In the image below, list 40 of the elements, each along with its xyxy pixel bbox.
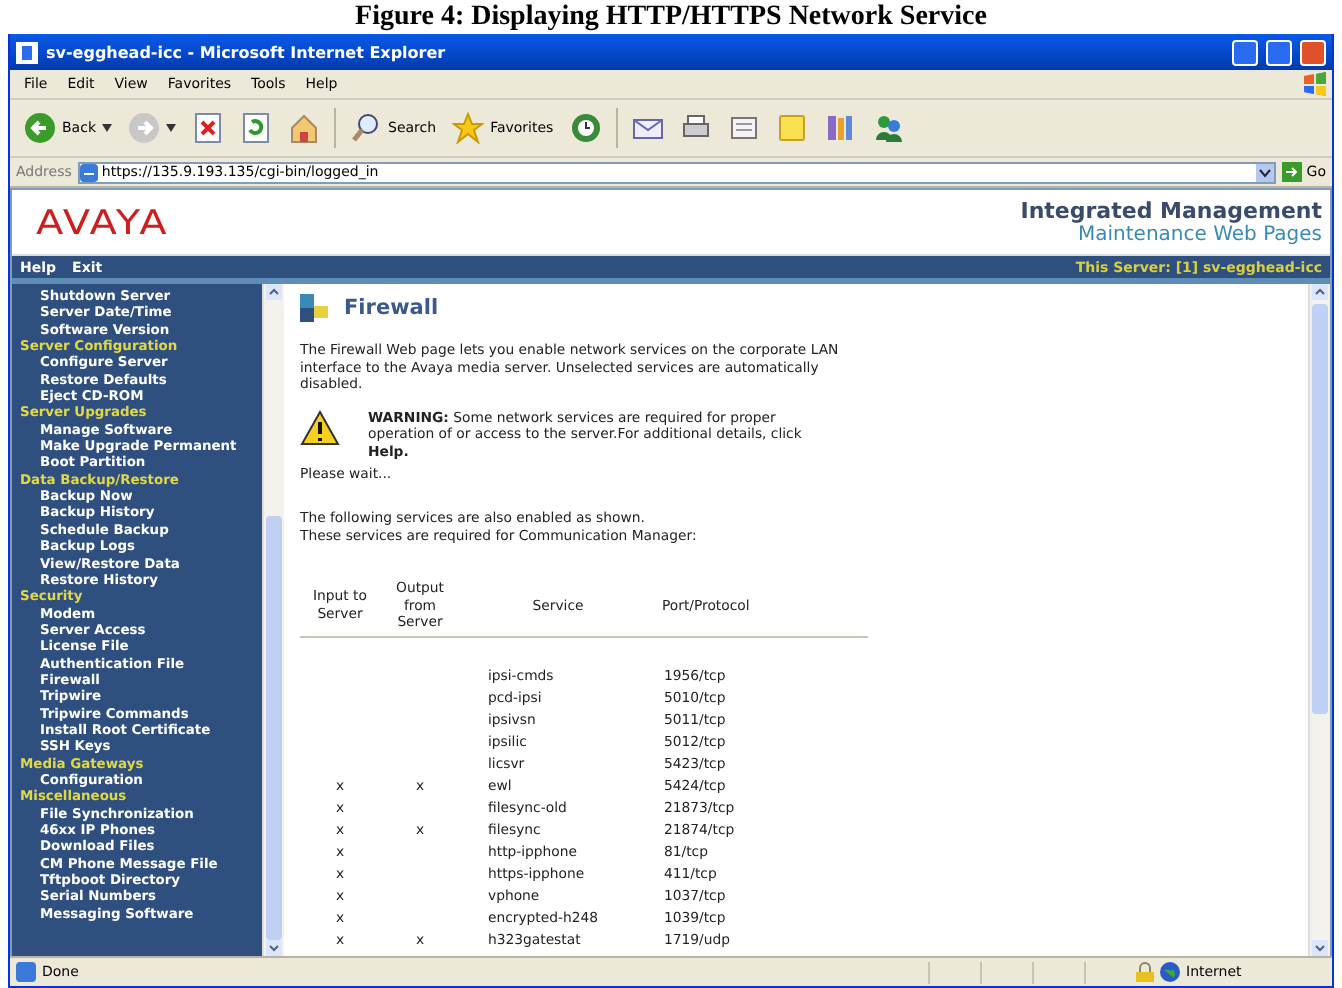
site-title: Integrated Management [1020,199,1322,223]
maximize-button[interactable] [1266,39,1292,65]
globe-icon [1160,962,1180,982]
site-subtitle: Maintenance Web Pages [1078,223,1322,245]
minimize-button[interactable] [1232,39,1258,65]
search-icon [350,112,382,144]
ie-logo-icon [16,41,38,63]
close-button[interactable] [1300,39,1326,65]
scroll-up-icon[interactable] [266,284,282,300]
star-icon [452,112,485,144]
windows-flag-icon [1302,72,1328,96]
refresh-button[interactable] [238,110,274,146]
people-icon [871,112,904,144]
squares-icon [300,294,328,322]
stop-button[interactable] [190,110,226,146]
house-icon [288,112,320,144]
home-button[interactable] [286,110,322,146]
note-icon [775,112,808,144]
history-button[interactable] [567,110,604,146]
figure-caption: Figure 4: Displaying HTTP/HTTPS Network Service [353,0,989,34]
books-icon [823,112,856,144]
window-title: sv-egghead-icc - Microsoft Internet Explorer [46,43,448,61]
forward-button[interactable] [126,110,178,146]
page-title: Firewall [344,296,439,320]
warning-icon [300,409,340,446]
refresh-icon [240,112,272,144]
arrow-icon [1282,162,1303,182]
avaya-logo: AVAYA [36,201,169,243]
dropdown-icon[interactable] [1256,163,1275,181]
caret-icon [166,124,176,132]
scroll-up-icon[interactable] [1312,284,1328,300]
scrollbar[interactable] [262,284,284,956]
stop-icon [192,112,224,144]
caret-icon [102,124,112,132]
padlock-icon [1136,962,1154,982]
scroll-down-icon[interactable] [1312,940,1328,956]
history-icon [569,112,602,144]
document-icon [727,112,760,144]
scrollbar[interactable] [1308,284,1330,956]
scroll-down-icon[interactable] [266,940,282,956]
